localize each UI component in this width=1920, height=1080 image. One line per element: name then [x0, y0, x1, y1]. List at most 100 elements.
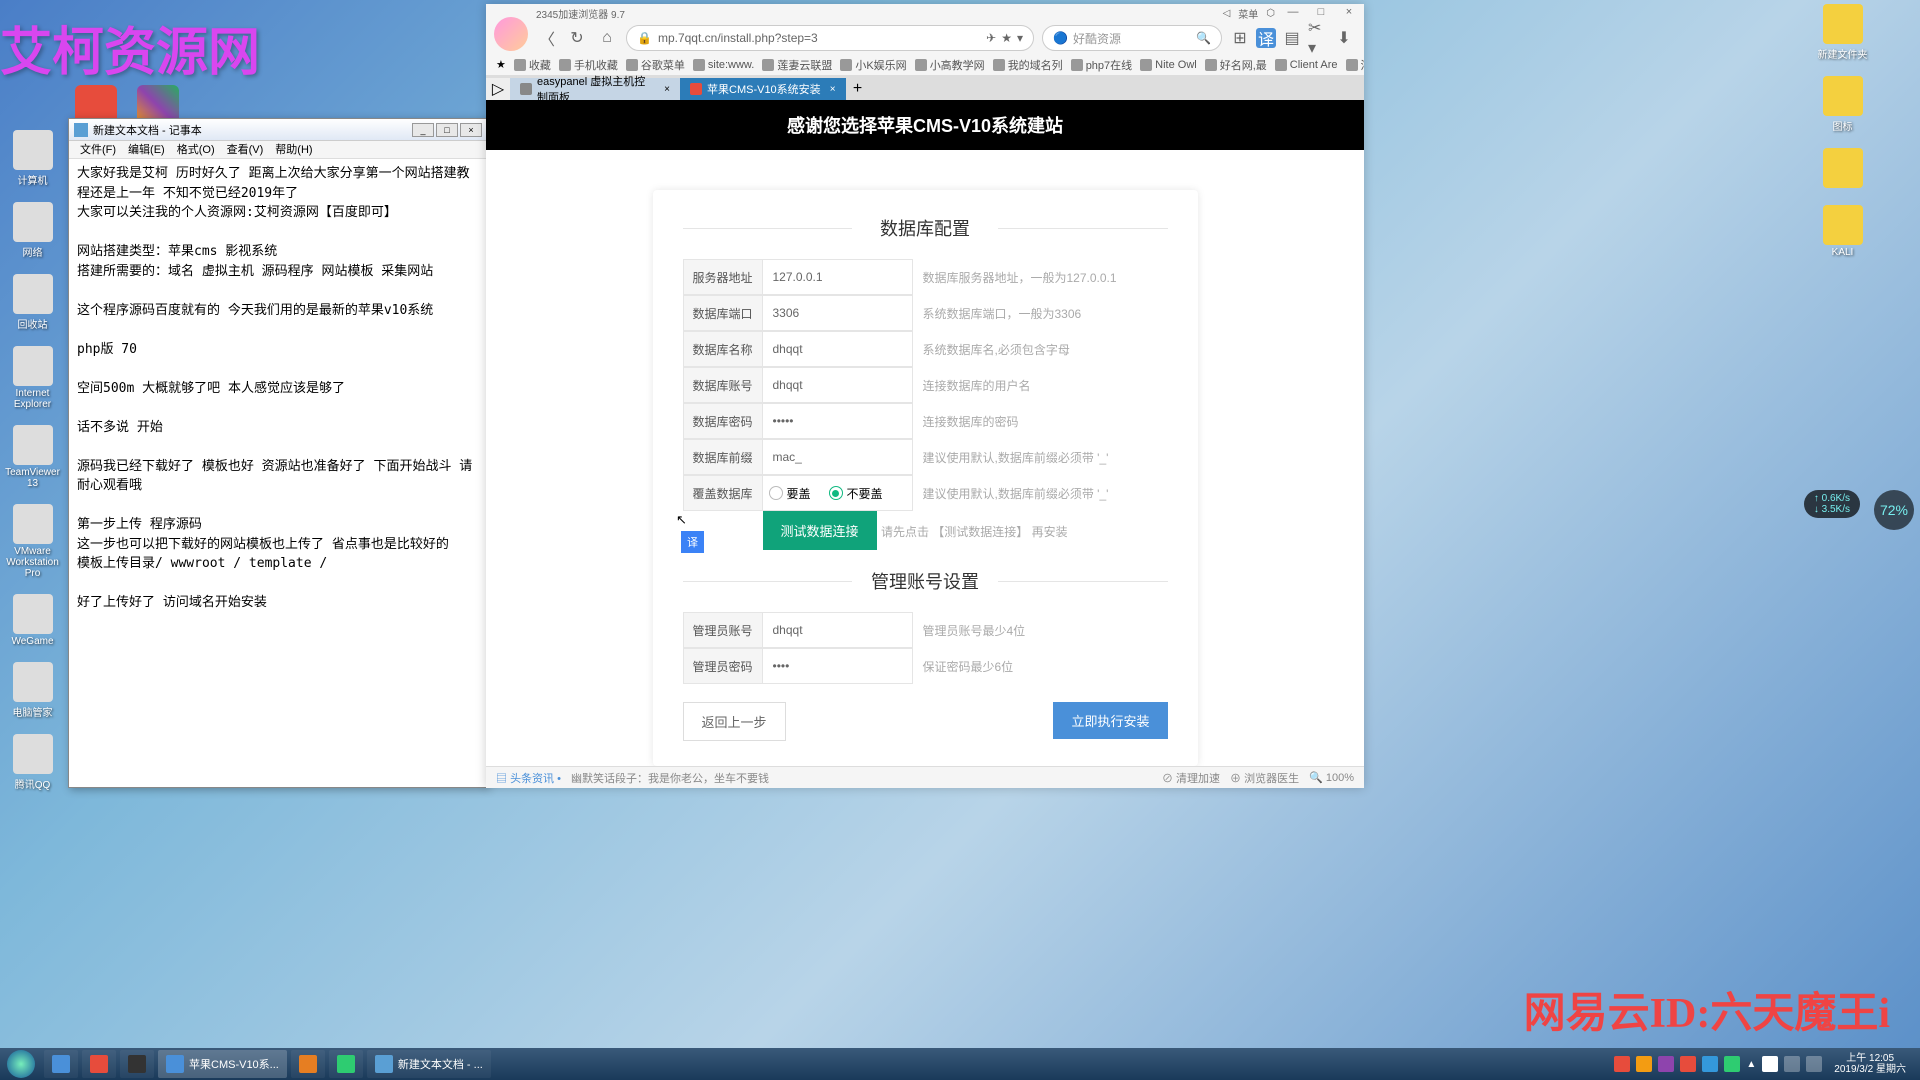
- news-icon[interactable]: ▤ 头条资讯 •: [496, 770, 561, 786]
- bookmark-item[interactable]: php7在线: [1071, 57, 1132, 73]
- bookmark-item[interactable]: 小高教学网: [915, 57, 985, 73]
- desktop-icon[interactable]: 图标: [1815, 76, 1870, 133]
- bookmark-item[interactable]: 手机收藏: [559, 57, 618, 73]
- bookmark-item[interactable]: site:www.: [693, 59, 754, 71]
- translate-icon[interactable]: 译: [1256, 28, 1276, 48]
- browser-tab[interactable]: easypanel 虚拟主机控制面板×: [510, 78, 680, 100]
- tab-close-icon[interactable]: ×: [830, 84, 836, 95]
- db-prefix-input[interactable]: [763, 439, 913, 475]
- tray-icon[interactable]: [1702, 1056, 1718, 1072]
- desktop-icon[interactable]: 计算机: [5, 130, 60, 187]
- tab-close-icon[interactable]: ×: [664, 84, 670, 95]
- bookmark-item[interactable]: 谷歌菜单: [626, 57, 685, 73]
- dropdown-icon[interactable]: ▾: [1017, 31, 1023, 45]
- desktop-icon[interactable]: 新建文件夹: [1815, 4, 1870, 61]
- desktop-icon[interactable]: VMware Workstation Pro: [5, 504, 60, 579]
- cleanup-button[interactable]: ⊘ 清理加速: [1162, 770, 1220, 786]
- taskbar-item[interactable]: 苹果CMS-V10系...: [158, 1050, 287, 1078]
- news-ticker[interactable]: 幽默笑话段子：我是你老公，坐车不要钱: [571, 770, 769, 786]
- desktop-icon[interactable]: Internet Explorer: [5, 346, 60, 410]
- feature-icon[interactable]: ⬡: [1266, 8, 1275, 19]
- tray-icon[interactable]: [1614, 1056, 1630, 1072]
- volume-icon[interactable]: [1784, 1056, 1800, 1072]
- bookmark-item[interactable]: 好名网,最: [1205, 57, 1267, 73]
- minimize-button[interactable]: _: [412, 123, 434, 137]
- tray-icon[interactable]: [1762, 1056, 1778, 1072]
- search-icon[interactable]: 🔍: [1196, 31, 1211, 45]
- taskbar-item[interactable]: [120, 1050, 154, 1078]
- bookmark-item[interactable]: Client Are: [1275, 59, 1338, 71]
- network-icon[interactable]: [1806, 1056, 1822, 1072]
- star-icon[interactable]: ★: [1001, 31, 1012, 45]
- close-button[interactable]: ×: [460, 123, 482, 137]
- desktop-icon[interactable]: 腾讯QQ: [5, 734, 60, 791]
- desktop-icon[interactable]: [1815, 148, 1870, 190]
- maximize-button[interactable]: □: [436, 123, 458, 137]
- taskbar-item[interactable]: [82, 1050, 116, 1078]
- admin-pass-input[interactable]: [763, 648, 913, 684]
- taskbar-item[interactable]: [329, 1050, 363, 1078]
- overwrite-no-radio[interactable]: 不要盖: [829, 485, 883, 502]
- reload-button[interactable]: ↻: [566, 27, 588, 49]
- notepad-titlebar[interactable]: 新建文本文档 - 记事本 _ □ ×: [69, 119, 487, 141]
- overwrite-yes-radio[interactable]: 要盖: [769, 485, 811, 502]
- menu-item[interactable]: 编辑(E): [122, 141, 171, 158]
- taskbar-item[interactable]: [44, 1050, 78, 1078]
- reader-icon[interactable]: ▤: [1282, 28, 1302, 48]
- back-button[interactable]: 返回上一步: [683, 702, 786, 741]
- tray-icon[interactable]: [1636, 1056, 1652, 1072]
- db-pass-input[interactable]: [763, 403, 913, 439]
- taskbar-clock[interactable]: 上午 12:05 2019/3/2 星期六: [1828, 1053, 1912, 1075]
- menu-item[interactable]: 查看(V): [221, 141, 270, 158]
- back-button[interactable]: 〈: [536, 27, 558, 49]
- install-button[interactable]: 立即执行安装: [1053, 702, 1167, 739]
- test-connection-button[interactable]: 测试数据连接: [763, 511, 877, 550]
- performance-widget[interactable]: 72%: [1874, 490, 1914, 530]
- taskbar-item[interactable]: [291, 1050, 325, 1078]
- minimize-button[interactable]: —: [1283, 6, 1303, 20]
- tray-icon[interactable]: [1680, 1056, 1696, 1072]
- bookmark-item[interactable]: 小K娱乐网: [840, 57, 906, 73]
- menu-item[interactable]: 文件(F): [74, 141, 122, 158]
- zoom-button[interactable]: 🔍 100%: [1309, 771, 1354, 784]
- tab-history-button[interactable]: ▷: [486, 78, 510, 100]
- start-button[interactable]: [0, 1048, 42, 1080]
- taskbar-item[interactable]: 新建文本文档 - ...: [367, 1050, 491, 1078]
- desktop-icon[interactable]: 回收站: [5, 274, 60, 331]
- download-icon[interactable]: ⬇: [1334, 28, 1354, 48]
- menu-item[interactable]: 格式(O): [171, 141, 221, 158]
- home-button[interactable]: ⌂: [596, 27, 618, 49]
- desktop-icon[interactable]: 网络: [5, 202, 60, 259]
- bookmark-item[interactable]: 潜彩机eas: [1346, 57, 1365, 73]
- send-icon[interactable]: ✈: [986, 31, 996, 45]
- desktop-icon[interactable]: KALI: [1815, 205, 1870, 258]
- server-addr-input[interactable]: [763, 259, 913, 295]
- tray-icon[interactable]: [1724, 1056, 1740, 1072]
- db-name-input[interactable]: [763, 331, 913, 367]
- address-bar[interactable]: 🔒 mp.7qqt.cn/install.php?step=3 ✈ ★ ▾: [626, 25, 1034, 51]
- admin-user-input[interactable]: [763, 612, 913, 648]
- bookmark-item[interactable]: 收藏: [514, 57, 551, 73]
- menu-item[interactable]: 帮助(H): [269, 141, 318, 158]
- translate-float-badge[interactable]: 译: [681, 531, 704, 553]
- expand-tray-icon[interactable]: ▲: [1746, 1059, 1756, 1070]
- search-input[interactable]: 🔵 好酷资源 🔍: [1042, 25, 1222, 51]
- doctor-button[interactable]: ⊕ 浏览器医生: [1230, 770, 1299, 786]
- close-button[interactable]: ×: [1339, 6, 1359, 20]
- browser-avatar[interactable]: [494, 17, 528, 51]
- desktop-icon[interactable]: WeGame: [5, 594, 60, 647]
- network-speed-widget[interactable]: ↑ 0.6K/s ↓ 3.5K/s: [1804, 490, 1860, 518]
- favorites-icon[interactable]: ★: [496, 58, 506, 71]
- desktop-icon[interactable]: TeamViewer 13: [5, 425, 60, 489]
- browser-titlebar[interactable]: 2345加速浏览器 9.7 ◁ 菜单 ⬡ — □ ×: [486, 4, 1364, 22]
- db-user-input[interactable]: [763, 367, 913, 403]
- menu-arrow-icon[interactable]: ◁: [1223, 8, 1231, 19]
- bookmark-item[interactable]: 我的域名列: [993, 57, 1063, 73]
- menu-button[interactable]: 菜单: [1238, 6, 1258, 21]
- bookmark-item[interactable]: Nite Owl: [1140, 59, 1197, 71]
- bookmark-item[interactable]: 莲妻云联盟: [762, 57, 832, 73]
- scissors-icon[interactable]: ✂▾: [1308, 28, 1328, 48]
- browser-tab[interactable]: 苹果CMS-V10系统安装×: [680, 78, 846, 100]
- db-port-input[interactable]: [763, 295, 913, 331]
- tray-icon[interactable]: [1658, 1056, 1674, 1072]
